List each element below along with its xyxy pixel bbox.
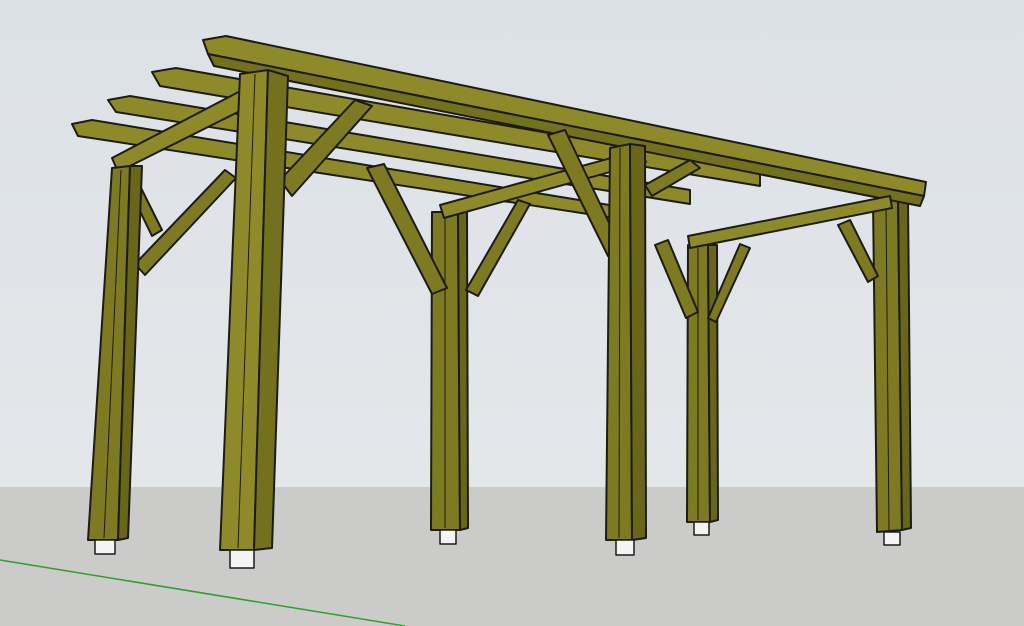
post-back-left: [430, 211, 469, 545]
sketchup-viewport[interactable]: [0, 0, 1024, 626]
post-back-right: [686, 244, 719, 536]
post-right-rear: [872, 197, 912, 546]
post-front-middle: [605, 143, 647, 556]
ground-plane: [0, 487, 1024, 626]
pergola-model: [0, 0, 1024, 626]
